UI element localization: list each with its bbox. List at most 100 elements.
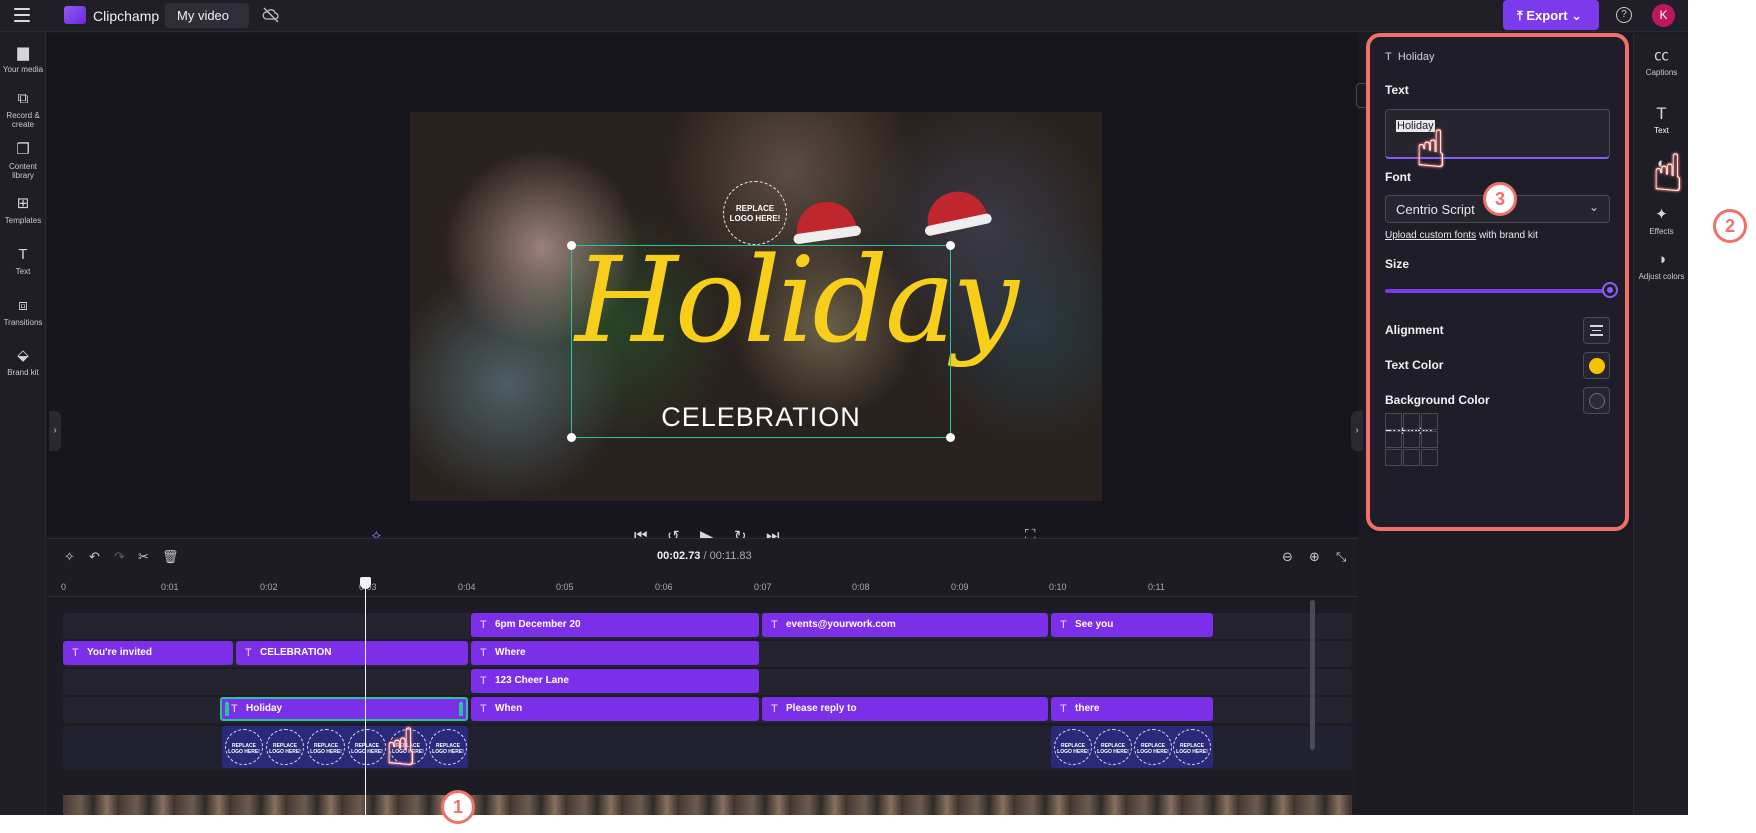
text-color-button[interactable] xyxy=(1583,352,1610,379)
text-clip[interactable]: When xyxy=(471,697,759,721)
text-label: Text xyxy=(1385,83,1409,97)
sidebar-item-label: Record & create xyxy=(6,111,40,129)
position-cell[interactable] xyxy=(1385,431,1402,448)
position-cell[interactable] xyxy=(1403,449,1420,466)
timeline-scrollbar[interactable] xyxy=(1310,600,1315,750)
position-cell[interactable] xyxy=(1421,431,1438,448)
magic-edit-icon[interactable]: ✧ xyxy=(64,549,75,565)
trim-handle-left[interactable] xyxy=(225,702,229,716)
text-icon: T xyxy=(18,246,28,263)
size-slider[interactable] xyxy=(1385,289,1610,293)
help-icon[interactable]: ? xyxy=(1616,7,1632,23)
logo-clip[interactable]: REPLACE LOGO HERE! REPLACE LOGO HERE! RE… xyxy=(1051,726,1213,768)
app-name: Clipchamp xyxy=(93,8,160,24)
rail-item-label: Effects xyxy=(1649,227,1674,236)
clipchamp-logo-icon xyxy=(64,6,86,24)
alignment-button[interactable] xyxy=(1583,317,1610,344)
sidebar-item-content-library[interactable]: ❐ Content library xyxy=(0,141,46,180)
position-grid[interactable] xyxy=(1385,413,1439,467)
position-cell[interactable] xyxy=(1421,413,1438,430)
resize-handle[interactable] xyxy=(946,241,955,250)
video-preview[interactable]: REPLACE LOGO HERE! Holiday CELEBRATION xyxy=(410,112,1102,501)
playhead[interactable] xyxy=(360,577,371,815)
top-bar: Clipchamp My video ⤒ Export ⌄ ? K xyxy=(0,0,1688,32)
text-clip[interactable]: Please reply to xyxy=(762,697,1048,721)
split-icon[interactable]: ✂ xyxy=(138,549,149,565)
ruler-tick: 0:10 xyxy=(1049,582,1067,592)
position-cell[interactable] xyxy=(1385,449,1402,466)
sidebar-item-record-create[interactable]: ⧉ Record & create xyxy=(0,90,46,129)
sidebar-item-your-media[interactable]: ▆ Your media xyxy=(0,44,46,74)
text-clip[interactable]: events@yourwork.com xyxy=(762,613,1048,637)
resize-handle[interactable] xyxy=(567,433,576,442)
sidebar-item-templates[interactable]: ⊞ Templates xyxy=(0,195,46,225)
resize-handle[interactable] xyxy=(567,241,576,250)
selected-text-clip[interactable]: Holiday xyxy=(220,697,468,721)
sidebar-item-text[interactable]: T Text xyxy=(0,246,46,276)
text-clip[interactable]: Where xyxy=(471,641,759,665)
timeline-ruler[interactable]: 0 0:01 0:02 0:03 0:04 0:05 0:06 0:07 0:0… xyxy=(47,577,1358,597)
avatar[interactable]: K xyxy=(1652,4,1675,27)
position-cell[interactable] xyxy=(1403,431,1420,448)
size-slider-thumb[interactable] xyxy=(1602,282,1618,298)
sidebar-item-transitions[interactable]: ⧈ Transitions xyxy=(0,297,46,327)
rail-item-label: Adjust colors xyxy=(1638,272,1685,281)
ruler-tick: 0:06 xyxy=(655,582,673,592)
cloud-off-icon[interactable] xyxy=(262,7,280,26)
logo-thumbnail: REPLACE LOGO HERE! xyxy=(429,729,467,765)
logo-clip[interactable]: REPLACE LOGO HERE! REPLACE LOGO HERE! RE… xyxy=(222,726,468,768)
rail-item-text[interactable]: T Text xyxy=(1634,104,1688,136)
undo-icon[interactable]: ↶ xyxy=(89,549,100,565)
logo-thumbnail: REPLACE LOGO HERE! xyxy=(1094,729,1132,765)
folder-icon: ▆ xyxy=(17,44,29,61)
align-center-icon xyxy=(1590,325,1603,339)
captions-icon: ㏄ xyxy=(1653,47,1669,64)
video-track[interactable] xyxy=(63,795,1352,815)
text-clip[interactable]: You're invited xyxy=(63,641,233,665)
logo-thumbnail: REPLACE LOGO HERE! xyxy=(348,729,386,765)
font-label: Font xyxy=(1385,170,1411,184)
rail-item-captions[interactable]: ㏄ Captions xyxy=(1634,47,1688,77)
transitions-icon: ⧈ xyxy=(18,297,28,314)
text-selection-box[interactable] xyxy=(567,241,955,442)
sidebar-item-brand-kit[interactable]: ⬙ Brand kit xyxy=(0,347,46,377)
sidebar-item-label: Content library xyxy=(8,162,38,180)
trim-handle-right[interactable] xyxy=(459,702,463,716)
delete-icon[interactable]: 🗑 xyxy=(162,549,179,565)
zoom-out-icon[interactable]: ⊖ xyxy=(1282,549,1293,565)
text-clip[interactable]: 123 Cheer Lane xyxy=(471,669,759,693)
position-cell[interactable] xyxy=(1403,413,1420,430)
logo-thumbnail: REPLACE LOGO HERE! xyxy=(307,729,345,765)
ruler-tick: 0:07 xyxy=(754,582,772,592)
font-select-value: Centrio Script xyxy=(1396,202,1475,217)
text-clip[interactable]: 6pm December 20 xyxy=(471,613,759,637)
chevron-down-icon: ⌄ xyxy=(1588,200,1599,214)
santa-hat-image xyxy=(922,186,988,232)
menu-icon[interactable] xyxy=(14,8,30,22)
collapse-right-panel-button[interactable]: › xyxy=(1351,411,1363,451)
fit-timeline-icon[interactable]: ⤡ xyxy=(1336,549,1346,565)
ruler-tick: 0:08 xyxy=(852,582,870,592)
zoom-in-icon[interactable]: ⊕ xyxy=(1309,549,1320,565)
background-color-button[interactable] xyxy=(1583,387,1610,414)
upload-icon: ⤒ xyxy=(1517,8,1527,23)
text-clip[interactable]: CELEBRATION xyxy=(236,641,468,665)
rail-item-effects[interactable]: ✦ Effects xyxy=(1634,206,1688,236)
text-track: Holiday When Please reply to there xyxy=(63,697,1352,723)
collapse-left-panel-button[interactable]: › xyxy=(49,411,61,451)
text-clip[interactable]: See you xyxy=(1051,613,1213,637)
ruler-tick: 0:09 xyxy=(951,582,969,592)
alignment-label: Alignment xyxy=(1385,323,1444,337)
redo-icon[interactable]: ↷ xyxy=(114,549,125,565)
rail-item-adjust-colors[interactable]: ◑ Adjust colors xyxy=(1634,251,1688,281)
resize-handle[interactable] xyxy=(946,433,955,442)
text-clip[interactable]: there xyxy=(1051,697,1213,721)
position-cell[interactable] xyxy=(1385,413,1402,430)
export-button[interactable]: ⤒ Export ⌄ xyxy=(1503,0,1599,30)
sidebar-item-label: Your media xyxy=(2,65,44,74)
rail-item-label: Captions xyxy=(1645,68,1678,77)
position-cell[interactable] xyxy=(1421,449,1438,466)
project-name-field[interactable]: My video xyxy=(165,3,249,28)
upload-custom-fonts-link[interactable]: Upload custom fonts xyxy=(1385,230,1476,241)
text-icon: T xyxy=(1656,104,1667,123)
